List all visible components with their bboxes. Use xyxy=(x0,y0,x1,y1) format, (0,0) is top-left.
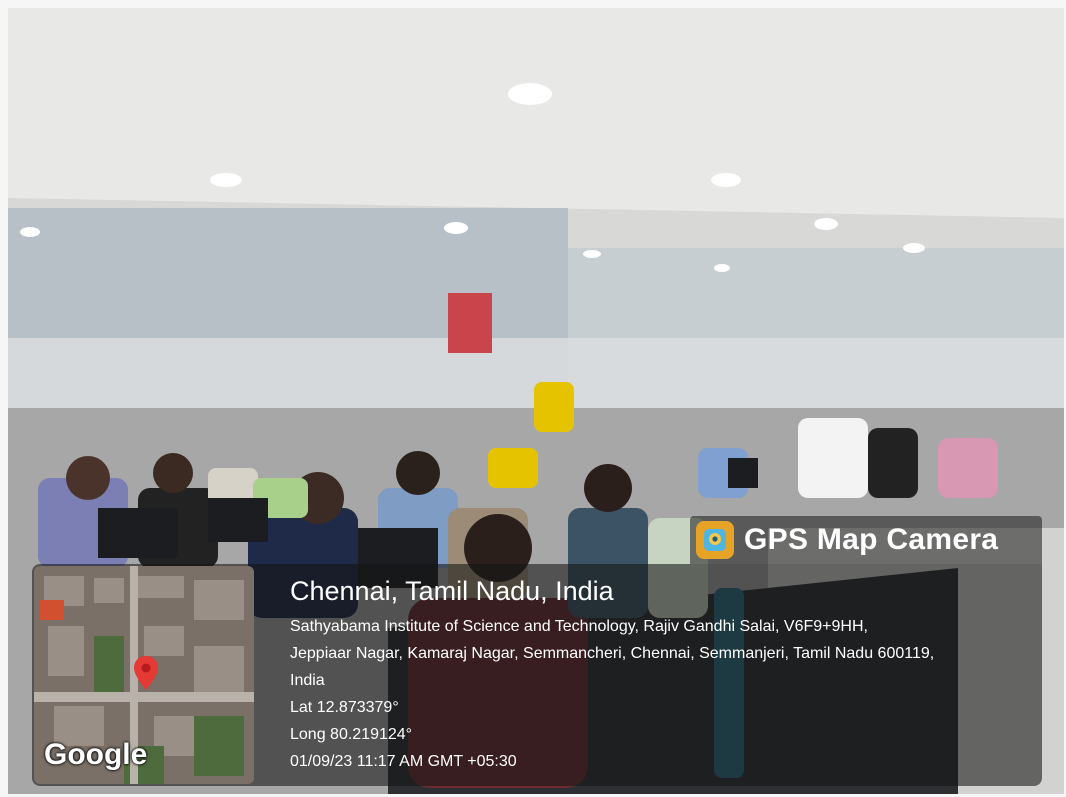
badge-label: GPS Map Camera xyxy=(744,523,999,556)
map-thumbnail: Google xyxy=(34,566,254,784)
longitude: Long 80.219124° xyxy=(290,726,413,743)
address-line-3: India xyxy=(290,672,325,689)
latitude: Lat 12.873379° xyxy=(290,699,399,716)
datetime: 01/09/23 11:17 AM GMT +05:30 xyxy=(290,753,517,770)
classroom-photo: GPS Map Camera Google Chennai, Tamil Nad… xyxy=(8,8,1064,794)
gps-badge: GPS Map Camera xyxy=(690,516,1042,564)
address-line-1: Sathyabama Institute of Science and Tech… xyxy=(290,618,868,635)
gps-camera-icon xyxy=(696,521,734,559)
address-line-2: Jeppiaar Nagar, Kamaraj Nagar, Semmanche… xyxy=(290,645,935,662)
google-logo: Google xyxy=(44,738,148,771)
location-info: Chennai, Tamil Nadu, India Sathyabama In… xyxy=(290,576,1042,775)
location-title: Chennai, Tamil Nadu, India xyxy=(290,576,614,606)
